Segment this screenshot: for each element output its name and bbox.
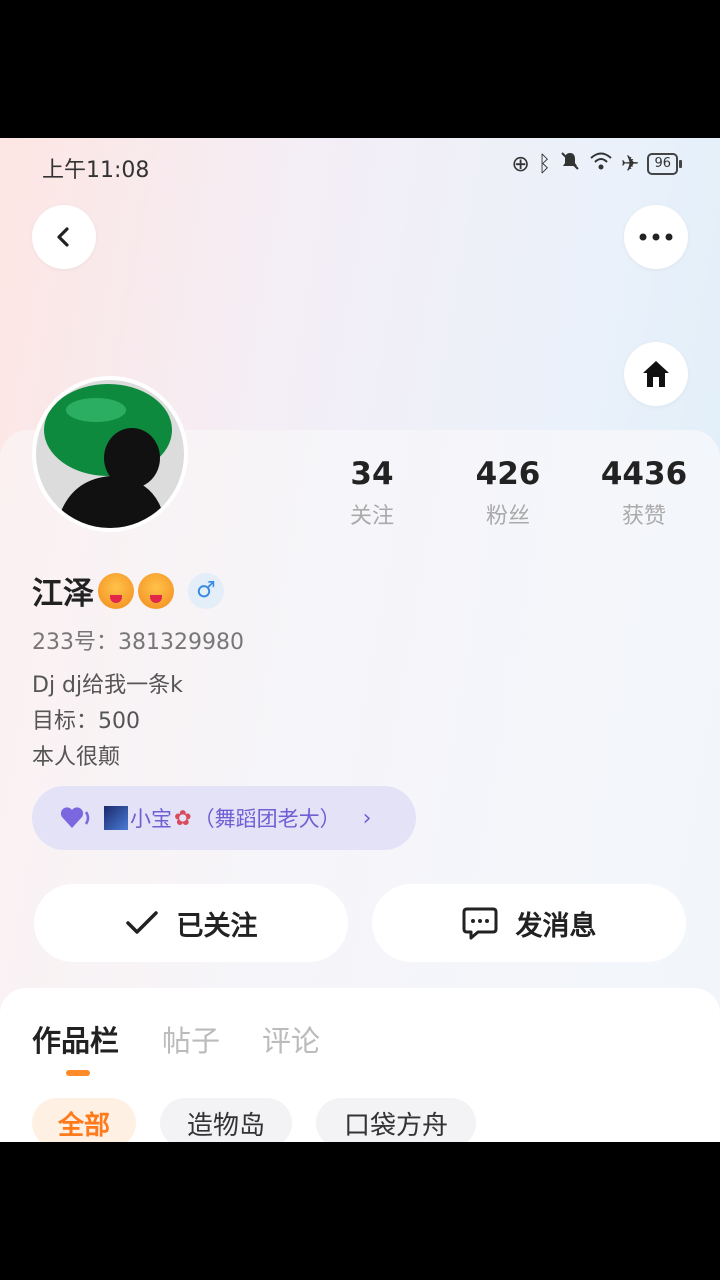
- more-button[interactable]: [624, 205, 688, 269]
- profile-name: 江泽: [32, 576, 94, 612]
- more-dots-icon: [639, 233, 673, 241]
- filter-all[interactable]: 全部: [32, 1098, 136, 1142]
- sync-icon: ⊕: [511, 151, 530, 177]
- send-message-button[interactable]: 发消息: [372, 884, 686, 962]
- status-time: 上午11:08: [42, 158, 150, 183]
- stat-fans[interactable]: 426 粉丝: [448, 456, 568, 530]
- profile-screen: 上午11:08 ⊕ ᛒ ✈ 96 34 关注 426 粉丝 4436 获赞 江泽…: [0, 138, 720, 1142]
- flower-icon: ✿: [174, 806, 192, 830]
- bio-line: 目标：500: [32, 709, 140, 734]
- user-id: 233号：381329980: [32, 630, 244, 655]
- stat-following[interactable]: 34 关注: [312, 456, 432, 530]
- stat-value: 426: [475, 456, 541, 492]
- followed-label: 已关注: [176, 910, 258, 942]
- status-bar: 上午11:08 ⊕ ᛒ ✈ 96: [0, 138, 720, 194]
- back-button[interactable]: [32, 205, 96, 269]
- filter-zaowudao[interactable]: 造物岛: [160, 1098, 292, 1142]
- heart-wave-icon: [60, 807, 90, 828]
- send-message-label: 发消息: [515, 910, 597, 942]
- avatar[interactable]: [32, 376, 188, 532]
- male-gender-icon: ♂: [188, 572, 224, 609]
- group-image-icon: [104, 806, 128, 830]
- wifi-icon: [589, 150, 613, 178]
- home-icon: [643, 361, 669, 387]
- chat-bubble-icon: [462, 907, 497, 940]
- chevron-right-icon: ›: [362, 805, 372, 831]
- airplane-icon: ✈: [621, 151, 640, 177]
- bio-line: 本人很颠: [32, 745, 121, 770]
- stat-label: 获赞: [621, 504, 666, 529]
- mute-icon: [559, 150, 581, 178]
- stat-likes[interactable]: 4436 获赞: [584, 456, 704, 530]
- stat-value: 34: [350, 456, 394, 492]
- check-icon: [125, 911, 158, 934]
- profile-name-row: 江泽 ♂: [32, 568, 224, 613]
- chevron-left-icon: [57, 227, 69, 247]
- tab-indicator: [66, 1070, 90, 1076]
- bluetooth-icon: ᛒ: [537, 151, 552, 177]
- tab-comments[interactable]: 评论: [262, 1018, 320, 1060]
- status-icons: ⊕ ᛒ ✈ 96: [511, 150, 682, 178]
- bio-line: Dj dj给我一条k: [32, 673, 183, 698]
- group-badge[interactable]: 小宝 ✿ （舞蹈团老大） ›: [32, 786, 416, 850]
- hot-face-emoji-icon: [138, 572, 174, 609]
- filter-koudai-fangzhou[interactable]: 口袋方舟: [316, 1098, 476, 1142]
- stat-label: 关注: [349, 504, 394, 529]
- stat-label: 粉丝: [485, 504, 530, 529]
- hot-face-emoji-icon: [98, 572, 134, 609]
- followed-button[interactable]: 已关注: [34, 884, 348, 962]
- group-name: 小宝: [130, 807, 172, 831]
- group-role: （舞蹈团老大）: [193, 807, 341, 831]
- home-button[interactable]: [624, 342, 688, 406]
- tab-works[interactable]: 作品栏: [32, 1018, 119, 1060]
- bio: Dj dj给我一条k 目标：500 本人很颠: [32, 668, 183, 776]
- tab-posts[interactable]: 帖子: [162, 1018, 220, 1060]
- content-section: 作品栏 帖子 评论 全部 造物岛 口袋方舟: [0, 988, 720, 1142]
- battery-icon: 96: [647, 153, 682, 175]
- stat-value: 4436: [600, 456, 688, 492]
